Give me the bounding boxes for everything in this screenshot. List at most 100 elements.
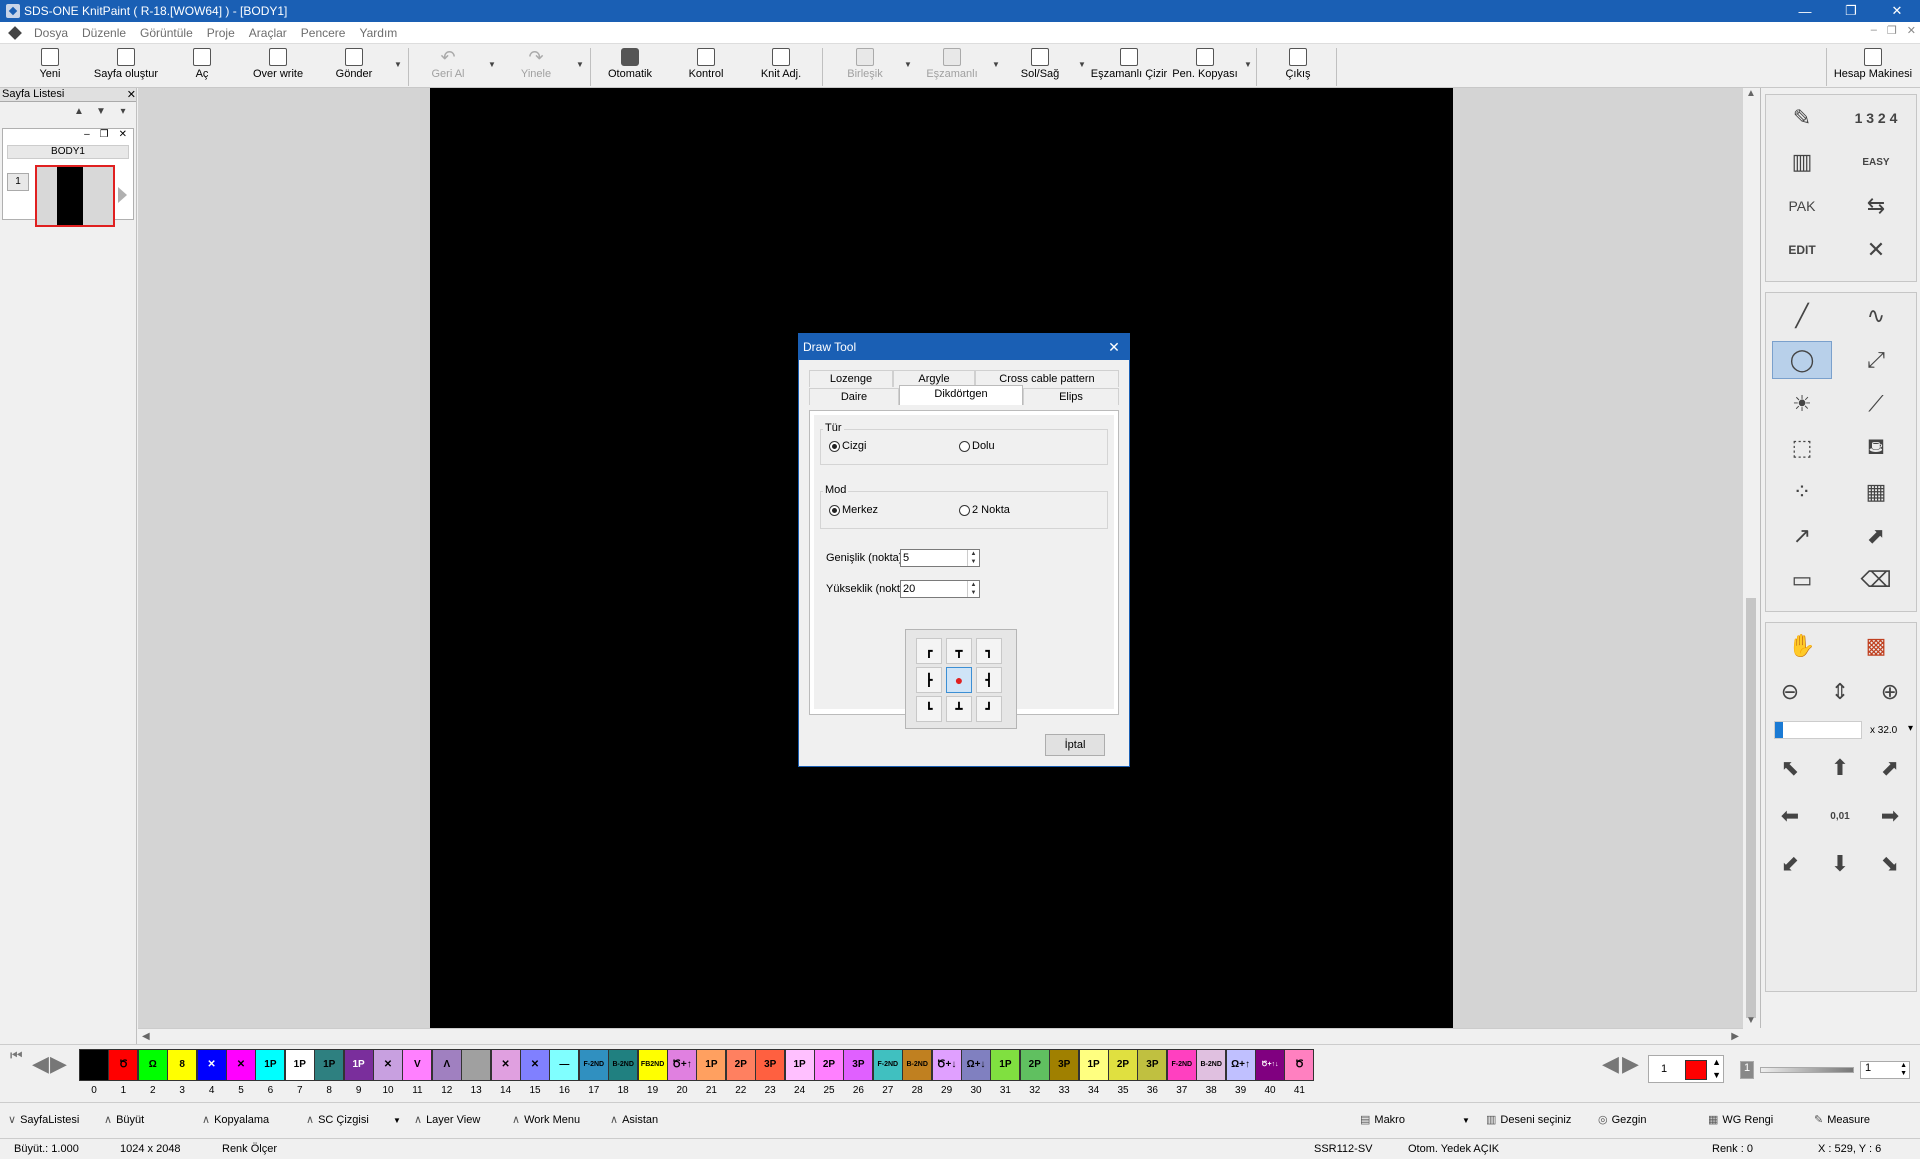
anchor-bottom-left[interactable]: ┗: [916, 696, 942, 722]
repeat-icon[interactable]: ⁘: [1772, 473, 1832, 511]
send-dropdown-icon[interactable]: ▼: [394, 60, 402, 69]
tab-dikdortgen[interactable]: Dikdörtgen: [899, 385, 1023, 405]
palette-swatch[interactable]: F-2ND: [578, 1049, 609, 1081]
menu-proje[interactable]: Proje: [200, 26, 242, 40]
palette-swatch[interactable]: 8: [167, 1049, 198, 1081]
palette-swatch[interactable]: 1P: [696, 1049, 727, 1081]
scroll-up-icon[interactable]: ▲: [1746, 88, 1756, 99]
assistant-toggle[interactable]: ∧ Asistan: [610, 1113, 658, 1126]
numbers-icon[interactable]: 1 3 2 4: [1846, 99, 1906, 137]
scroll-thumb[interactable]: [1746, 598, 1756, 1018]
palette-swatch[interactable]: Ծ+↓: [931, 1049, 962, 1081]
line-tool-icon[interactable]: ╱: [1772, 297, 1832, 335]
palette-swatch[interactable]: ✕: [490, 1049, 521, 1081]
grid-view-icon[interactable]: ▩: [1846, 627, 1906, 665]
palette-swatch[interactable]: ✕: [196, 1049, 227, 1081]
zoom-out-icon[interactable]: ⊖: [1766, 673, 1814, 711]
sc-line-toggle[interactable]: ∧ SC Çizgisi: [306, 1113, 369, 1126]
overwrite-button[interactable]: Over write: [248, 46, 308, 86]
fill-bucket-icon[interactable]: ⛾: [1846, 429, 1906, 467]
mode-center-radio[interactable]: Merkez: [829, 504, 878, 516]
undo-button[interactable]: ↶ Geri Al: [428, 46, 468, 86]
left-right-button[interactable]: Sol/Sağ: [1016, 46, 1064, 86]
macro-dropdown-icon[interactable]: ▼: [1462, 1116, 1470, 1125]
palette-swatch[interactable]: 1P: [784, 1049, 815, 1081]
palette-swatch[interactable]: [461, 1049, 492, 1081]
arrow-down-icon[interactable]: ⬇: [1816, 845, 1864, 883]
scroll-right-icon[interactable]: ▶: [1731, 1031, 1739, 1042]
close-icon[interactable]: ✕: [119, 129, 127, 143]
arrow-up-right-icon[interactable]: ⬈: [1866, 749, 1914, 787]
height-input[interactable]: 20 ▲ ▼: [900, 580, 980, 598]
barcode-icon[interactable]: ▥: [1772, 143, 1832, 181]
create-page-button[interactable]: Sayfa oluştur: [90, 46, 162, 86]
cancel-button[interactable]: İptal: [1045, 734, 1105, 756]
calculator-button[interactable]: Hesap Makinesi: [1830, 46, 1916, 86]
anchor-middle-left[interactable]: ┣: [916, 667, 942, 693]
wg-color-button[interactable]: ▦ WG Rengi: [1708, 1113, 1773, 1126]
edit-icon[interactable]: EDIT: [1772, 231, 1832, 269]
size-slider[interactable]: [1760, 1067, 1854, 1073]
resize-tool-icon[interactable]: ⤢: [1846, 341, 1906, 379]
palette-swatch[interactable]: 2P: [1019, 1049, 1050, 1081]
palette-swatch[interactable]: 1P: [343, 1049, 374, 1081]
easy-icon[interactable]: EASY: [1846, 143, 1906, 181]
minimize-icon[interactable]: –: [84, 129, 90, 143]
menu-goruntule[interactable]: Görüntüle: [133, 26, 200, 40]
pak-icon[interactable]: PAK: [1772, 187, 1832, 225]
palette-scroll-left-icon[interactable]: ◀: [1602, 1051, 1619, 1077]
palette-next-icon[interactable]: ▶: [50, 1051, 67, 1077]
menu-pencere[interactable]: Pencere: [294, 26, 353, 40]
new-button[interactable]: Yeni: [30, 46, 70, 86]
menu-araclar[interactable]: Araçlar: [242, 26, 294, 40]
enlarge-toggle[interactable]: ∧ Büyüt: [104, 1113, 144, 1126]
arrow-up-left-icon[interactable]: ⬉: [1766, 749, 1814, 787]
anchor-middle-right[interactable]: ┫: [976, 667, 1002, 693]
height-spinner-icon[interactable]: ▲ ▼: [967, 581, 979, 597]
width-spinner-icon[interactable]: ▲ ▼: [967, 550, 979, 566]
open-button[interactable]: Aç: [186, 46, 218, 86]
palette-first-icon[interactable]: ⏮: [10, 1047, 23, 1064]
palette-swatch[interactable]: 1P: [314, 1049, 345, 1081]
redo-button[interactable]: ↷ Yinele: [516, 46, 556, 86]
palette-swatch[interactable]: 3P: [755, 1049, 786, 1081]
palette-swatch[interactable]: 2P: [725, 1049, 756, 1081]
palette-swatch[interactable]: 1P: [284, 1049, 315, 1081]
simultaneous-button[interactable]: Eşzamanlı: [922, 46, 982, 86]
zoom-dropdown-icon[interactable]: ▾: [1908, 723, 1913, 734]
page-item[interactable]: – ❐ ✕ BODY1 1: [2, 128, 134, 227]
anchor-bottom-right[interactable]: ┛: [976, 696, 1002, 722]
zoom-vertical-icon[interactable]: ⇕: [1816, 673, 1864, 711]
sync-draw-button[interactable]: Eşzamanlı Çizir: [1090, 46, 1168, 86]
palette-swatch[interactable]: Λ: [431, 1049, 462, 1081]
palette-swatch[interactable]: Ω+↑: [1225, 1049, 1256, 1081]
palette-swatch[interactable]: F-2ND: [872, 1049, 903, 1081]
palette-swatch[interactable]: 3P: [1137, 1049, 1168, 1081]
palette-swatch[interactable]: B-2ND: [1196, 1049, 1227, 1081]
arrow-down-right-icon[interactable]: ⬊: [1866, 845, 1914, 883]
draw-shape-tool-icon[interactable]: ◯: [1772, 341, 1832, 379]
control-button[interactable]: Kontrol: [682, 46, 730, 86]
navigator-button[interactable]: ◎ Gezgin: [1598, 1113, 1646, 1126]
palette-swatch[interactable]: Ծ: [108, 1049, 139, 1081]
pattern-knit-icon[interactable]: ✎: [1772, 99, 1832, 137]
mdi-restore-button[interactable]: ❐: [1887, 24, 1897, 37]
page-list-toggle[interactable]: ∨ SayfaListesi: [8, 1113, 79, 1126]
knit-adj-button[interactable]: Knit Adj.: [754, 46, 808, 86]
color-spinner-icon[interactable]: ▲ ▼: [1712, 1056, 1721, 1082]
palette-swatch[interactable]: 2P: [814, 1049, 844, 1081]
arrow-up-icon[interactable]: ⬆: [1816, 749, 1864, 787]
anchor-center[interactable]: ●: [946, 667, 972, 693]
tab-lozenge[interactable]: Lozenge: [809, 370, 893, 387]
arrow-down-left-icon[interactable]: ⬋: [1766, 845, 1814, 883]
palette-scroll-right-icon[interactable]: ▶: [1622, 1051, 1639, 1077]
move-up-icon[interactable]: ▲: [72, 106, 86, 118]
anchor-top-left[interactable]: ┏: [916, 638, 942, 664]
layer-view-toggle[interactable]: ∧ Layer View: [414, 1113, 480, 1126]
palette-prev-icon[interactable]: ◀: [32, 1051, 49, 1077]
select-frame-icon[interactable]: ▭: [1772, 561, 1832, 599]
restore-icon[interactable]: ❐: [100, 129, 109, 143]
copy-block-icon[interactable]: ⬈: [1846, 517, 1906, 555]
palette-swatch[interactable]: [79, 1049, 109, 1081]
dropdown-icon[interactable]: ▾: [116, 106, 130, 118]
